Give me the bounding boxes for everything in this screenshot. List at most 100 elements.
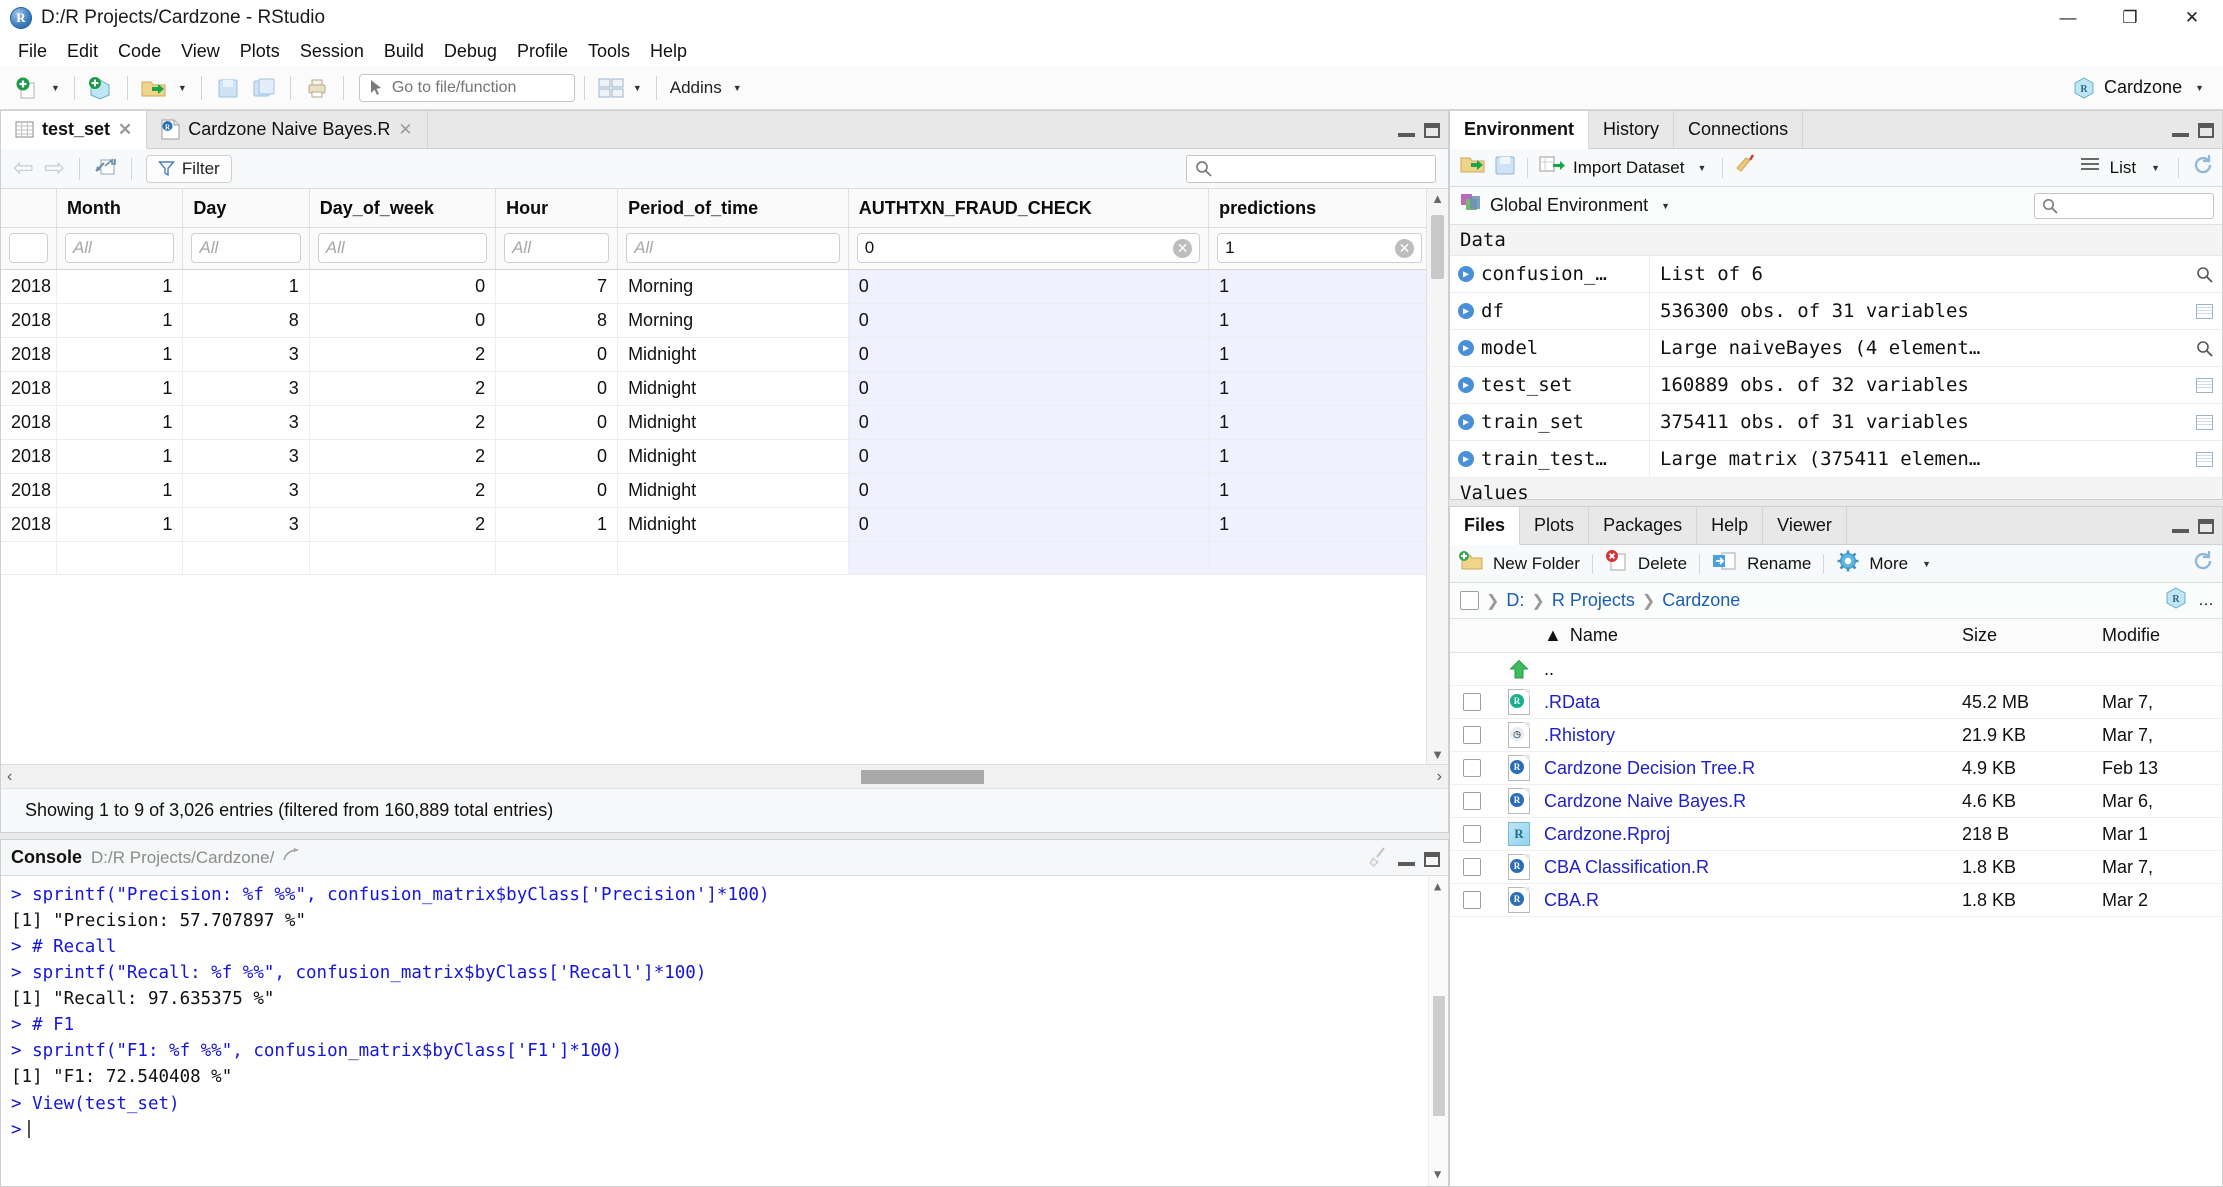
addins-label[interactable]: Addins (666, 78, 726, 98)
project-dropdown-icon[interactable]: ▼ (2190, 83, 2209, 93)
scroll-up-icon[interactable]: ▲ (1434, 878, 1441, 896)
table-row[interactable]: 2018 1 3 2 1 Midnight 0 1 (1, 507, 1431, 542)
scroll-down-icon[interactable]: ▼ (1434, 1166, 1441, 1184)
up-folder-icon[interactable] (1494, 658, 1544, 680)
scroll-thumb[interactable] (1433, 996, 1445, 1116)
table-row[interactable] (1, 541, 1431, 575)
list-item[interactable]: R Cardzone.Rproj 218 B Mar 1 (1450, 818, 2222, 851)
filter-input-month[interactable]: All (64, 233, 175, 263)
scroll-right-icon[interactable]: › (1437, 768, 1442, 786)
list-view-icon[interactable] (2080, 157, 2100, 178)
print-icon[interactable] (300, 72, 334, 104)
tab-packages[interactable]: Packages (1589, 507, 1698, 544)
menu-tools[interactable]: Tools (578, 39, 640, 64)
tab-history[interactable]: History (1589, 111, 1675, 148)
scroll-up-icon[interactable]: ▲ (1431, 191, 1444, 206)
filter-cell-hour[interactable]: All (495, 227, 619, 270)
table-horizontal-scrollbar[interactable]: ‹ › (1, 764, 1448, 788)
breadcrumb-drive[interactable]: D: (1506, 590, 1524, 611)
new-file-dropdown-icon[interactable]: ▼ (46, 83, 65, 93)
expand-object-icon[interactable]: ▶ (1458, 340, 1474, 356)
maximize-pane-icon[interactable] (2198, 518, 2214, 534)
col-header-day-of-week[interactable]: Day_of_week (309, 189, 497, 228)
filter-input-rowindex[interactable] (9, 233, 48, 263)
magnifier-icon[interactable] (2186, 340, 2222, 357)
global-environment-label[interactable]: Global Environment (1490, 195, 1648, 216)
refresh-icon[interactable] (2192, 550, 2214, 577)
maximize-pane-icon[interactable] (2198, 122, 2214, 138)
table-row[interactable]: 2018 1 3 2 0 Midnight 0 1 (1, 337, 1431, 372)
list-item[interactable]: ◷ .Rhistory 21.9 KB Mar 7, (1450, 719, 2222, 752)
forward-arrow-icon[interactable]: ⇨ (44, 156, 65, 181)
table-row[interactable]: 2018 1 3 2 0 Midnight 0 1 (1, 405, 1431, 440)
menu-profile[interactable]: Profile (507, 39, 578, 64)
env-row-df[interactable]: ▶ df 536300 obs. of 31 variables (1450, 293, 2222, 330)
minimize-button[interactable]: — (2037, 0, 2099, 36)
gear-icon[interactable] (1836, 549, 1860, 578)
files-header-name[interactable]: ▲ Name (1544, 625, 1962, 646)
broom-icon[interactable] (1734, 154, 1758, 181)
rename-icon[interactable] (1712, 550, 1738, 577)
row-checkbox[interactable] (1463, 858, 1481, 876)
col-header-day[interactable]: Day (182, 189, 310, 228)
row-checkbox[interactable] (1463, 759, 1481, 777)
rename-label[interactable]: Rename (1747, 554, 1811, 574)
broom-icon[interactable] (1367, 846, 1389, 873)
filter-cell-predictions[interactable]: 1 ✕ (1208, 227, 1431, 270)
env-row-model[interactable]: ▶ model Large naiveBayes (4 element… (1450, 330, 2222, 367)
list-item[interactable]: .. (1450, 653, 2222, 686)
env-row-train-set[interactable]: ▶ train_set 375411 obs. of 31 variables (1450, 404, 2222, 441)
breadcrumb-more-icon[interactable]: … (2198, 592, 2214, 610)
menu-plots[interactable]: Plots (230, 39, 290, 64)
expand-object-icon[interactable]: ▶ (1458, 414, 1474, 430)
open-file-dropdown-icon[interactable]: ▼ (173, 83, 192, 93)
scroll-left-icon[interactable]: ‹ (7, 768, 12, 786)
table-row[interactable]: 2018 1 1 0 7 Morning 0 1 (1, 269, 1431, 304)
filter-input-hour[interactable]: All (504, 233, 610, 263)
console-scrollbar[interactable]: ▲ ▼ (1428, 876, 1448, 1186)
row-checkbox[interactable] (1463, 792, 1481, 810)
delete-label[interactable]: Delete (1638, 554, 1687, 574)
list-item-name[interactable]: Cardzone.Rproj (1544, 824, 1962, 845)
new-project-icon[interactable] (84, 72, 118, 104)
project-indicator[interactable]: R Cardzone ▼ (2072, 76, 2209, 100)
rproj-icon[interactable]: R (2164, 586, 2188, 615)
console-popout-icon[interactable] (283, 847, 302, 869)
pane-layout-dropdown-icon[interactable]: ▼ (628, 83, 647, 93)
save-icon[interactable] (211, 72, 245, 104)
filter-cell-authtxn-fraud-check[interactable]: 0 ✕ (848, 227, 1210, 270)
console-prompt[interactable]: > (11, 1117, 1438, 1143)
close-button[interactable]: ✕ (2161, 0, 2223, 36)
row-checkbox[interactable] (1463, 891, 1481, 909)
list-item[interactable]: R Cardzone Decision Tree.R 4.9 KB Feb 13 (1450, 752, 2222, 785)
grid-icon[interactable] (2186, 414, 2222, 430)
col-header-rowindex[interactable] (1, 189, 57, 228)
pane-layout-button[interactable]: ▼ (598, 77, 647, 99)
maximize-button[interactable]: ❐ (2099, 0, 2161, 36)
minimize-pane-icon[interactable] (1398, 853, 1415, 866)
console-output[interactable]: > sprintf("Precision: %f %%", confusion_… (1, 876, 1448, 1186)
table-vertical-scrollbar[interactable]: ▲ ▼ (1426, 189, 1448, 764)
environment-search-input[interactable] (2034, 192, 2214, 219)
expand-object-icon[interactable]: ▶ (1458, 377, 1474, 393)
tab-close-icon[interactable]: ✕ (118, 120, 132, 140)
filter-input-predictions[interactable]: 1 ✕ (1217, 233, 1422, 263)
col-header-hour[interactable]: Hour (495, 189, 619, 228)
row-checkbox[interactable] (1463, 693, 1481, 711)
delete-icon[interactable] (1605, 550, 1629, 577)
tab-cardzone-naive-bayes[interactable]: R Cardzone Naive Bayes.R ✕ (147, 111, 428, 148)
expand-object-icon[interactable]: ▶ (1458, 303, 1474, 319)
console-tab-label[interactable]: Console (11, 847, 82, 868)
clear-filter-icon[interactable]: ✕ (1395, 238, 1414, 258)
files-header-size[interactable]: Size (1962, 625, 2102, 646)
clear-filter-icon[interactable]: ✕ (1173, 238, 1193, 258)
list-item-name[interactable]: .Rhistory (1544, 725, 1962, 746)
filter-input-authtxn-fraud-check[interactable]: 0 ✕ (856, 233, 1201, 263)
filter-cell-day-of-week[interactable]: All (309, 227, 497, 270)
filter-cell-period-of-time[interactable]: All (617, 227, 849, 270)
menu-code[interactable]: Code (108, 39, 171, 64)
list-item-name[interactable]: .. (1544, 659, 1962, 680)
list-item[interactable]: R CBA Classification.R 1.8 KB Mar 7, (1450, 851, 2222, 884)
list-item[interactable]: R .RData 45.2 MB Mar 7, (1450, 686, 2222, 719)
menu-session[interactable]: Session (290, 39, 374, 64)
